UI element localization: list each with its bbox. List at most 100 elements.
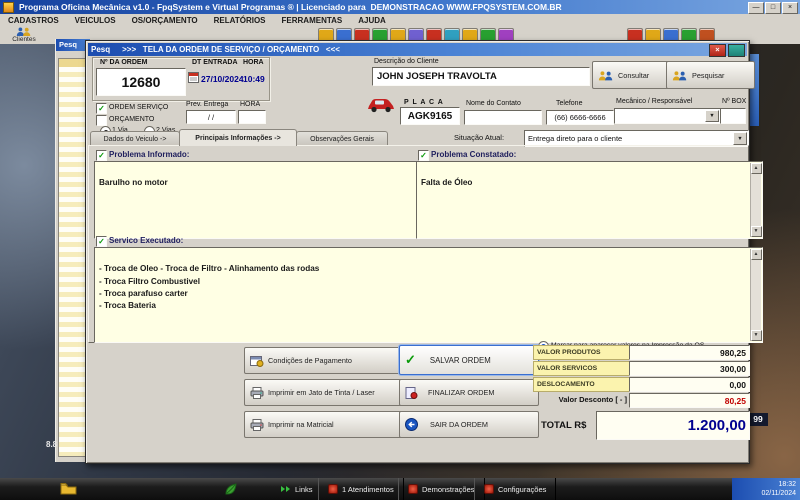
servico-executado-checkbox[interactable]: ✓: [96, 236, 107, 247]
maximize-icon[interactable]: □: [765, 2, 781, 14]
app-titlebar: Programa Oficina Mecânica v1.0 - FpqSyst…: [0, 0, 800, 14]
print-matrix-button[interactable]: Imprimir na Matricial: [244, 411, 404, 438]
scroll-down-icon[interactable]: ▼: [751, 226, 762, 237]
folder-icon[interactable]: [60, 482, 77, 495]
dialog-titlebar: Pesq >>> TELA DA ORDEM DE SERVIÇO / ORÇA…: [88, 43, 747, 56]
dialog-title: >>> TELA DA ORDEM DE SERVIÇO / ORÇAMENTO…: [122, 45, 340, 54]
dialog-help-button[interactable]: [728, 44, 745, 57]
people-icon: [598, 70, 614, 81]
servico-executado-textarea[interactable]: - Troca de Oleo - Troca de Filtro - Alin…: [94, 247, 763, 343]
scroll-down-icon[interactable]: ▼: [751, 330, 762, 341]
servico-executado-text: - Troca de Oleo - Troca de Filtro - Alin…: [99, 264, 319, 310]
contact-name-field[interactable]: [464, 110, 542, 125]
service-order-checkbox-label: ORDEM SERVIÇO: [109, 104, 168, 111]
service-order-checkbox[interactable]: ✓: [96, 103, 107, 114]
mechanic-dropdown[interactable]: ▼: [614, 108, 721, 124]
phone-field[interactable]: (66) 6666-6666: [546, 110, 614, 125]
taskbar-button-demonstracoes[interactable]: Demonstrações: [398, 478, 485, 500]
people-icon: [15, 27, 33, 36]
current-status-label: Situação Atual:: [454, 133, 504, 142]
delivery-time-field[interactable]: [238, 110, 266, 124]
services-value-field[interactable]: 300,00: [629, 361, 750, 376]
client-description-label: Descrição do Cliente: [374, 58, 439, 65]
chevron-down-icon[interactable]: ▼: [705, 110, 719, 122]
print-inkjet-button[interactable]: Imprimir em Jato de Tinta / Laser: [244, 379, 404, 406]
tab-dados-veiculo[interactable]: Dados do Veiculo ->: [90, 131, 180, 146]
delivery-time-label: HORA: [240, 101, 260, 108]
problema-constatado-textarea[interactable]: Falta de Óleo ▲ ▼: [416, 161, 763, 239]
products-value-field[interactable]: 980,25: [629, 345, 750, 360]
scroll-up-icon[interactable]: ▲: [751, 249, 762, 260]
client-name-field[interactable]: JOHN JOSEPH TRAVOLTA: [372, 67, 590, 86]
taskbar: Links 1 Atendimentos Demonstrações Confi…: [0, 478, 800, 500]
entry-time-value: 10:49: [243, 74, 265, 84]
box-number-field[interactable]: [720, 108, 746, 124]
chevron-down-icon[interactable]: ▼: [733, 132, 747, 145]
taskbar-button-configuracoes[interactable]: Configurações: [474, 478, 556, 500]
problema-constatado-checkbox[interactable]: ✓: [418, 150, 429, 161]
close-icon[interactable]: ×: [782, 2, 798, 14]
delivery-forecast-field[interactable]: / /: [186, 110, 236, 124]
exit-order-button[interactable]: SAIR DA ORDEM: [399, 411, 539, 438]
tab-observacoes-gerais[interactable]: Observações Gerais: [296, 131, 388, 146]
delivery-forecast-label: Prev. Entrega: [186, 101, 228, 108]
menu-cadastros[interactable]: CADASTROS: [0, 16, 67, 25]
tab-principais-informacoes[interactable]: Principais Informações ->: [179, 129, 297, 146]
menu-relatorios[interactable]: RELATÓRIOS: [206, 16, 274, 25]
total-label: TOTAL R$: [541, 420, 586, 431]
total-value-field[interactable]: 1.200,00: [596, 411, 750, 440]
entry-time-label: HORA: [243, 59, 264, 66]
minimize-icon[interactable]: —: [748, 2, 764, 14]
taskbar-button-label: 1 Atendimentos: [342, 485, 394, 494]
exit-icon: [405, 418, 418, 431]
plate-field[interactable]: AGK9165: [400, 107, 460, 125]
taskbar-clock: 18:32 02/11/2024: [732, 478, 800, 500]
clock-date: 02/11/2024: [761, 489, 796, 498]
taskbar-button-atendimentos[interactable]: 1 Atendimentos: [318, 478, 404, 500]
phone-label: Telefone: [556, 100, 582, 107]
menu-ajuda[interactable]: AJUDA: [350, 16, 394, 25]
payment-icon: [250, 355, 264, 367]
entry-date-label: DT ENTRADA: [192, 59, 238, 66]
clientes-label: Clientes: [12, 36, 35, 43]
status-icon: [408, 484, 418, 494]
payment-conditions-button[interactable]: Condições de Pagamento: [244, 347, 404, 374]
scrollbar[interactable]: ▲ ▼: [750, 163, 761, 237]
pesquisar-button[interactable]: Pesquisar: [666, 61, 755, 89]
links-label[interactable]: Links: [295, 485, 313, 494]
consultar-label: Consultar: [618, 71, 649, 80]
background-window-cell-fragment: 99: [748, 413, 768, 426]
consultar-button[interactable]: Consultar: [592, 61, 672, 89]
problema-informado-textarea[interactable]: Barulho no motor ▲ ▼: [94, 161, 432, 239]
displacement-value-field[interactable]: 0,00: [629, 377, 750, 392]
order-number-label: Nº DA ORDEM: [100, 59, 147, 66]
current-status-value: Entrega direto para o cliente: [528, 134, 622, 143]
scroll-up-icon[interactable]: ▲: [751, 163, 762, 174]
problema-informado-checkbox[interactable]: ✓: [96, 150, 107, 161]
links-area: Links: [280, 478, 313, 500]
menu-veiculos[interactable]: VEICULOS: [67, 16, 124, 25]
order-number-field[interactable]: 12680: [96, 68, 186, 96]
menu-os-orcamento[interactable]: OS/ORÇAMENTO: [124, 16, 206, 25]
budget-checkbox[interactable]: [96, 115, 107, 126]
printer-icon: [250, 419, 264, 431]
menu-ferramentas[interactable]: FERRAMENTAS: [274, 16, 351, 25]
status-icon: [328, 484, 338, 494]
leaf-icon[interactable]: [224, 482, 238, 496]
clientes-button[interactable]: Clientes: [2, 26, 46, 43]
box-number-label: Nº BOX: [722, 98, 746, 105]
scrollbar[interactable]: ▲ ▼: [750, 249, 761, 341]
services-value-label: VALOR SERVICOS: [533, 361, 632, 376]
problema-constatado-label: Problema Constatado:: [431, 150, 516, 159]
app-icon: [3, 2, 14, 13]
budget-checkbox-label: ORÇAMENTO: [109, 116, 154, 123]
printer-icon: [250, 387, 264, 399]
dialog-close-icon[interactable]: ×: [709, 44, 726, 57]
plate-label: P L A C A: [404, 99, 444, 106]
discount-value-field[interactable]: 80,25: [629, 393, 750, 408]
save-order-button[interactable]: ✓ SALVAR ORDEM: [399, 345, 539, 375]
entry-date-value: 27/10/2024: [201, 74, 244, 84]
service-order-dialog: Pesq >>> TELA DA ORDEM DE SERVIÇO / ORÇA…: [85, 40, 750, 464]
finalize-order-button[interactable]: FINALIZAR ORDEM: [399, 379, 539, 406]
taskbar-button-label: Configurações: [498, 485, 546, 494]
